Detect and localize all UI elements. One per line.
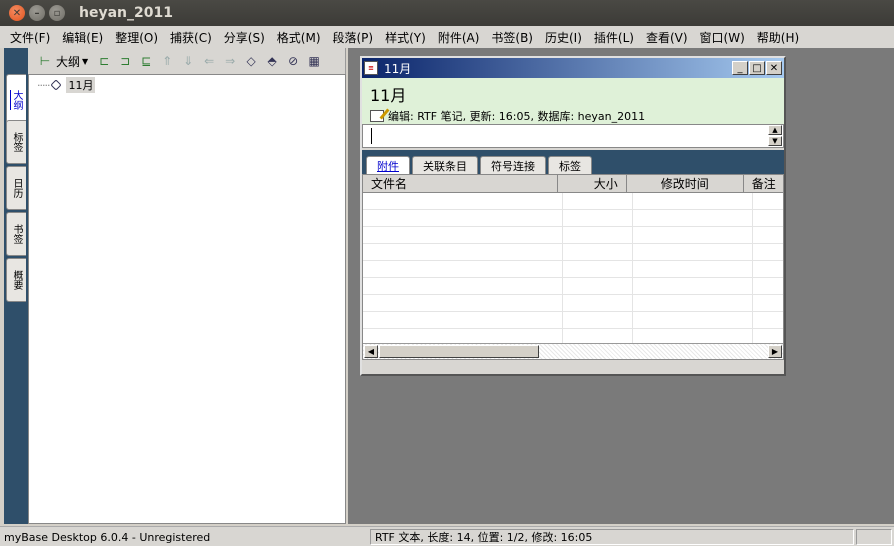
move-up-icon[interactable]: ⇑ <box>158 52 176 70</box>
add-child-icon[interactable]: ⊏ <box>95 52 113 70</box>
maximize-window-button[interactable]: ▫ <box>49 5 65 21</box>
minimize-window-button[interactable]: – <box>29 5 45 21</box>
sidetab-label: 书签 <box>11 224 22 244</box>
scroll-left-icon[interactable]: ◀ <box>364 345 378 358</box>
tree-node[interactable]: ····· 11月 <box>37 77 96 93</box>
window-title: heyan_2011 <box>79 5 173 21</box>
text-caret <box>371 128 372 144</box>
list-row <box>363 210 783 227</box>
document-heading: 11月 <box>370 86 407 105</box>
menu-view[interactable]: 查看(V) <box>640 29 694 46</box>
menu-bookmark[interactable]: 书签(B) <box>485 29 539 46</box>
close-window-button[interactable]: ✕ <box>9 5 25 21</box>
menu-format[interactable]: 格式(M) <box>271 29 327 46</box>
col-filename[interactable]: 文件名 <box>363 175 559 192</box>
menu-help[interactable]: 帮助(H) <box>751 29 805 46</box>
calendar-icon[interactable]: ▦ <box>305 52 323 70</box>
scroll-right-icon[interactable]: ▶ <box>768 345 782 358</box>
menu-organize[interactable]: 整理(O) <box>109 29 164 46</box>
title-bar: ✕ – ▫ heyan_2011 <box>0 0 894 26</box>
dropdown-arrow-icon: ▼ <box>82 56 89 66</box>
sidetab-label: 概要 <box>11 270 22 290</box>
menu-file[interactable]: 文件(F) <box>4 29 56 46</box>
sidetab-overview[interactable]: 概要 <box>6 258 26 302</box>
rich-text-editor[interactable]: ▲ ▼ <box>362 124 784 148</box>
scroll-thumb[interactable] <box>379 345 539 358</box>
list-row <box>363 193 783 210</box>
tab-related-items[interactable]: 关联条目 <box>412 156 478 174</box>
document-title-bar: ≡ 11月 _ □ ✕ <box>362 58 784 78</box>
list-header: 文件名 大小 修改时间 备注 <box>363 175 783 193</box>
attachment-list[interactable]: 文件名 大小 修改时间 备注 ◀ ▶ <box>362 174 784 360</box>
document-info-pane: 11月 编辑: RTF 笔记, 更新: 16:05, 数据库: heyan_20… <box>362 78 784 124</box>
outline-button-label: 大纲 <box>56 54 81 69</box>
document-meta-text: 编辑: RTF 笔记, 更新: 16:05, 数据库: heyan_2011 <box>388 110 646 123</box>
menu-attachment[interactable]: 附件(A) <box>432 29 486 46</box>
status-extra <box>856 529 892 545</box>
menu-edit[interactable]: 编辑(E) <box>56 29 109 46</box>
horizontal-scrollbar[interactable]: ◀ ▶ <box>363 343 783 359</box>
outline-tree[interactable]: ····· 11月 <box>28 74 346 524</box>
document-window: ≡ 11月 _ □ ✕ 11月 编辑: RTF 笔记, 更新: 16:05, 数… <box>360 56 786 376</box>
tab-labels[interactable]: 标签 <box>548 156 592 174</box>
sidetab-label: 大纲 <box>11 90 22 110</box>
edit-tag-icon[interactable]: ⊘ <box>284 52 302 70</box>
sidetab-label: 日历 <box>11 178 22 198</box>
scroll-up-icon[interactable]: ▲ <box>768 125 782 135</box>
document-area: ≡ 11月 _ □ ✕ 11月 编辑: RTF 笔记, 更新: 16:05, 数… <box>348 48 894 524</box>
col-size[interactable]: 大小 <box>558 175 627 192</box>
doc-maximize-button[interactable]: □ <box>749 61 765 75</box>
list-row <box>363 227 783 244</box>
tree-connector: ····· <box>37 78 51 92</box>
list-row <box>363 261 783 278</box>
document-window-title: 11月 <box>384 61 412 76</box>
doc-minimize-button[interactable]: _ <box>732 61 748 75</box>
menu-style[interactable]: 样式(Y) <box>379 29 432 46</box>
menu-window[interactable]: 窗口(W) <box>694 29 751 46</box>
doc-close-button[interactable]: ✕ <box>766 61 782 75</box>
rtf-doc-icon: ≡ <box>364 61 378 75</box>
tree-node-label: 11月 <box>66 77 96 93</box>
sidetab-calendar[interactable]: 日历 <box>6 166 26 210</box>
sidetab-tags[interactable]: 标签 <box>6 120 26 164</box>
move-left-icon[interactable]: ⇐ <box>200 52 218 70</box>
add-sibling-icon[interactable]: ⊐ <box>116 52 134 70</box>
list-row <box>363 278 783 295</box>
side-tab-strip: 大纲 标签 日历 书签 概要 <box>4 48 28 524</box>
add-parent-icon[interactable]: ⊑ <box>137 52 155 70</box>
list-row <box>363 244 783 261</box>
status-info: RTF 文本, 长度: 14, 位置: 1/2, 修改: 16:05 <box>370 529 854 545</box>
outline-panel: ⊢ 大纲 ▼ ⊏ ⊐ ⊑ ⇑ ⇓ ⇐ ⇒ ◇ ⬘ ⊘ ▦ ····· 11月 <box>28 48 346 524</box>
sidetab-outline[interactable]: 大纲 <box>6 74 26 126</box>
menu-capture[interactable]: 捕获(C) <box>164 29 218 46</box>
move-down-icon[interactable]: ⇓ <box>179 52 197 70</box>
col-modified[interactable]: 修改时间 <box>627 175 744 192</box>
node-icon <box>50 79 63 91</box>
status-bar: myBase Desktop 6.0.4 - Unregistered RTF … <box>0 526 894 546</box>
menu-share[interactable]: 分享(S) <box>218 29 271 46</box>
col-notes[interactable]: 备注 <box>744 175 783 192</box>
list-row <box>363 295 783 312</box>
outline-toolbar: ⊢ 大纲 ▼ ⊏ ⊐ ⊑ ⇑ ⇓ ⇐ ⇒ ◇ ⬘ ⊘ ▦ <box>28 48 345 74</box>
menu-bar: 文件(F) 编辑(E) 整理(O) 捕获(C) 分享(S) 格式(M) 段落(P… <box>0 26 894 48</box>
tab-attachments[interactable]: 附件 <box>366 156 410 174</box>
sidetab-label: 标签 <box>11 132 22 152</box>
move-right-icon[interactable]: ⇒ <box>221 52 239 70</box>
tag-icon[interactable]: ⬘ <box>263 52 281 70</box>
menu-history[interactable]: 历史(I) <box>539 29 588 46</box>
scroll-down-icon[interactable]: ▼ <box>768 136 782 146</box>
outline-view-button[interactable]: ⊢ 大纲 ▼ <box>32 52 92 70</box>
tab-symbolic-links[interactable]: 符号连接 <box>480 156 546 174</box>
sidetab-bookmarks[interactable]: 书签 <box>6 212 26 256</box>
menu-plugins[interactable]: 插件(L) <box>588 29 640 46</box>
detail-tabs: 附件 关联条目 符号连接 标签 <box>362 150 784 174</box>
document-meta: 编辑: RTF 笔记, 更新: 16:05, 数据库: heyan_2011 <box>370 108 776 124</box>
item-icon[interactable]: ◇ <box>242 52 260 70</box>
outline-tree-icon: ⊢ <box>39 54 51 68</box>
edit-note-icon <box>370 110 384 122</box>
menu-paragraph[interactable]: 段落(P) <box>327 29 380 46</box>
status-app: myBase Desktop 6.0.4 - Unregistered <box>4 530 211 544</box>
list-rows <box>363 193 783 346</box>
list-row <box>363 312 783 329</box>
